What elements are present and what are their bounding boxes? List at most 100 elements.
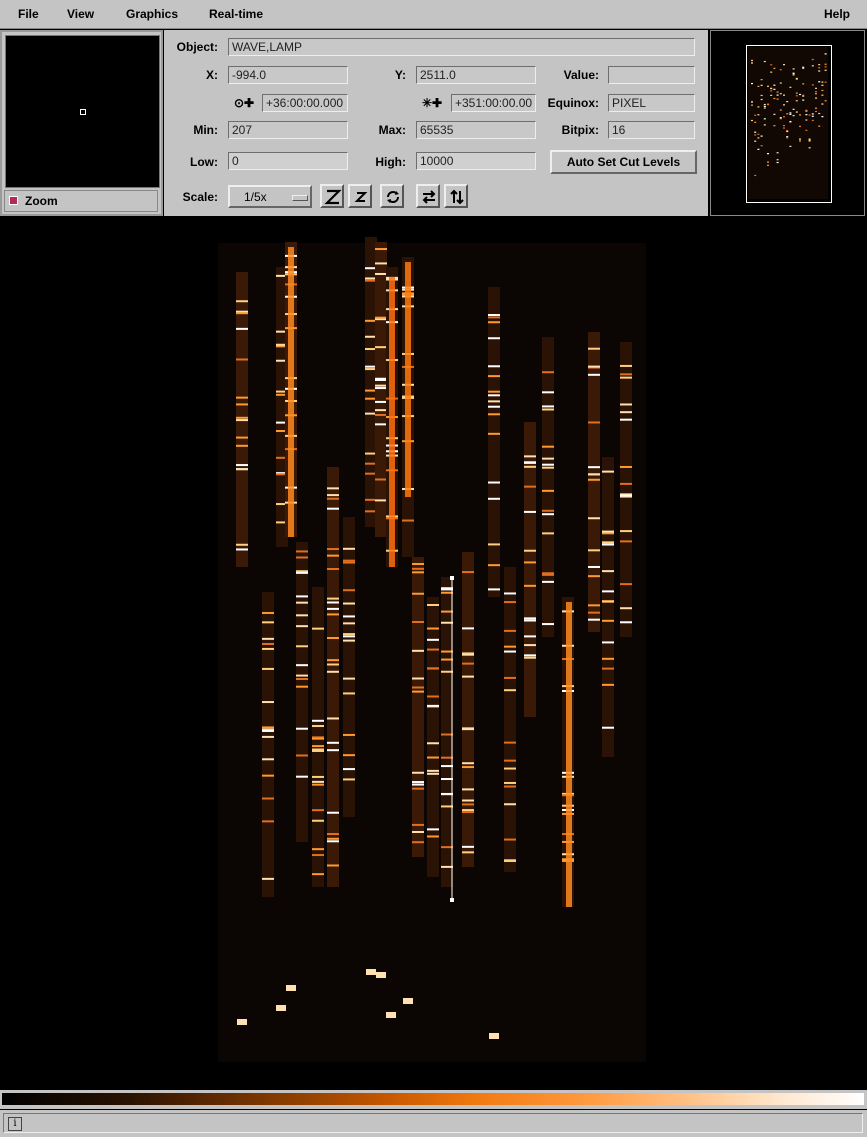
emission-line bbox=[524, 617, 536, 620]
pan-emission-line bbox=[799, 93, 801, 96]
emission-line bbox=[441, 733, 453, 736]
colorbar[interactable] bbox=[0, 1090, 867, 1109]
pan-emission-line bbox=[757, 85, 760, 87]
emission-line bbox=[427, 704, 439, 707]
pan-emission-line bbox=[815, 91, 817, 93]
pan-emission-line bbox=[792, 74, 795, 76]
emission-line bbox=[504, 592, 516, 595]
dec-field[interactable]: +351:00:00.00 bbox=[451, 94, 536, 112]
emission-line bbox=[542, 623, 554, 626]
emission-line bbox=[542, 509, 554, 512]
zoom-in-button[interactable] bbox=[320, 184, 344, 208]
pan-emission-line bbox=[754, 134, 757, 136]
pan-emission-line bbox=[763, 124, 766, 126]
pan-emission-line bbox=[779, 93, 782, 95]
pan-emission-line bbox=[811, 65, 814, 67]
pan-emission-line bbox=[763, 118, 766, 120]
pan-emission-line bbox=[811, 119, 814, 122]
emission-line bbox=[236, 327, 248, 330]
zoom-checkbox[interactable] bbox=[9, 196, 18, 205]
emission-line bbox=[542, 391, 554, 394]
pan-emission-line bbox=[757, 106, 760, 108]
emission-line bbox=[524, 635, 536, 638]
flip-y-button[interactable] bbox=[444, 184, 468, 208]
emission-line bbox=[488, 375, 500, 378]
pan-emission-line bbox=[799, 125, 801, 127]
emission-line bbox=[262, 621, 274, 624]
min-field[interactable]: 207 bbox=[228, 121, 348, 139]
ra-field[interactable]: +36:00:00.000 bbox=[262, 94, 348, 112]
status-field: i bbox=[3, 1113, 863, 1133]
pan-emission-line bbox=[751, 101, 753, 103]
zoom-out-button[interactable] bbox=[348, 184, 372, 208]
emission-line bbox=[296, 754, 308, 757]
cursor-line-handle[interactable] bbox=[450, 898, 454, 902]
x-field[interactable]: -994.0 bbox=[228, 66, 348, 84]
low-field[interactable]: 0 bbox=[228, 152, 348, 170]
pan-overview[interactable] bbox=[710, 30, 865, 216]
max-field[interactable]: 65535 bbox=[416, 121, 536, 139]
scale-menu-button[interactable]: 1/5x bbox=[228, 185, 312, 208]
menu-view[interactable]: View bbox=[67, 7, 94, 21]
emission-line bbox=[542, 489, 554, 492]
emission-line bbox=[542, 580, 554, 583]
low-label: Low: bbox=[190, 155, 218, 169]
cursor-line-handle[interactable] bbox=[450, 576, 454, 580]
y-label: Y: bbox=[394, 68, 406, 82]
pan-emission-line bbox=[767, 164, 769, 166]
emission-line bbox=[620, 494, 632, 497]
menu-realtime[interactable]: Real-time bbox=[209, 7, 263, 21]
spectrum-strip bbox=[504, 567, 516, 872]
equinox-field[interactable]: PIXEL bbox=[608, 94, 695, 112]
emission-line bbox=[327, 864, 339, 867]
menu-graphics[interactable]: Graphics bbox=[126, 7, 178, 21]
bright-spot bbox=[237, 1019, 247, 1025]
pan-emission-line bbox=[799, 140, 801, 142]
emission-line bbox=[296, 550, 308, 553]
rotate-button[interactable] bbox=[380, 184, 404, 208]
fits-image[interactable] bbox=[0, 217, 867, 1090]
menu-help[interactable]: Help bbox=[824, 7, 850, 21]
emission-line bbox=[375, 272, 387, 275]
pan-emission-line bbox=[760, 84, 763, 86]
emission-line bbox=[504, 689, 516, 692]
emission-line bbox=[524, 619, 536, 622]
pan-emission-line bbox=[808, 147, 811, 149]
emission-line bbox=[262, 637, 274, 640]
object-field[interactable]: WAVE,LAMP bbox=[228, 38, 695, 56]
spectrum-strip bbox=[488, 287, 500, 597]
emission-line bbox=[262, 643, 274, 646]
spectrum-strip bbox=[602, 457, 614, 757]
pan-emission-line bbox=[773, 125, 776, 127]
emission-line bbox=[462, 627, 474, 630]
emission-line bbox=[462, 851, 474, 854]
auto-set-cut-levels-button[interactable]: Auto Set Cut Levels bbox=[550, 150, 697, 174]
emission-line bbox=[327, 659, 339, 662]
image-canvas[interactable] bbox=[0, 217, 867, 1090]
zoom-toggle-button[interactable]: Zoom bbox=[4, 190, 158, 212]
y-field[interactable]: 2511.0 bbox=[416, 66, 536, 84]
pan-emission-line bbox=[776, 94, 779, 96]
emission-line bbox=[343, 589, 355, 592]
pan-emission-line bbox=[770, 64, 773, 66]
emission-line bbox=[462, 653, 474, 656]
emission-line bbox=[236, 464, 248, 467]
pan-emission-line bbox=[808, 140, 811, 142]
emission-line bbox=[441, 610, 453, 613]
pan-thumbnail bbox=[748, 47, 828, 199]
pan-emission-line bbox=[779, 69, 782, 71]
emission-line bbox=[312, 854, 324, 857]
colormap-gradient[interactable] bbox=[2, 1093, 864, 1105]
pan-emission-line bbox=[776, 161, 779, 164]
emission-line bbox=[504, 645, 516, 648]
bitpix-field[interactable]: 16 bbox=[608, 121, 695, 139]
emission-line bbox=[375, 316, 387, 319]
high-field[interactable]: 10000 bbox=[416, 152, 536, 170]
pan-emission-line bbox=[818, 112, 821, 115]
emission-line bbox=[236, 396, 248, 399]
menu-file[interactable]: File bbox=[18, 7, 39, 21]
flip-x-button[interactable] bbox=[416, 184, 440, 208]
pan-emission-line bbox=[824, 100, 827, 102]
value-field[interactable] bbox=[608, 66, 695, 84]
emission-line bbox=[427, 835, 439, 838]
